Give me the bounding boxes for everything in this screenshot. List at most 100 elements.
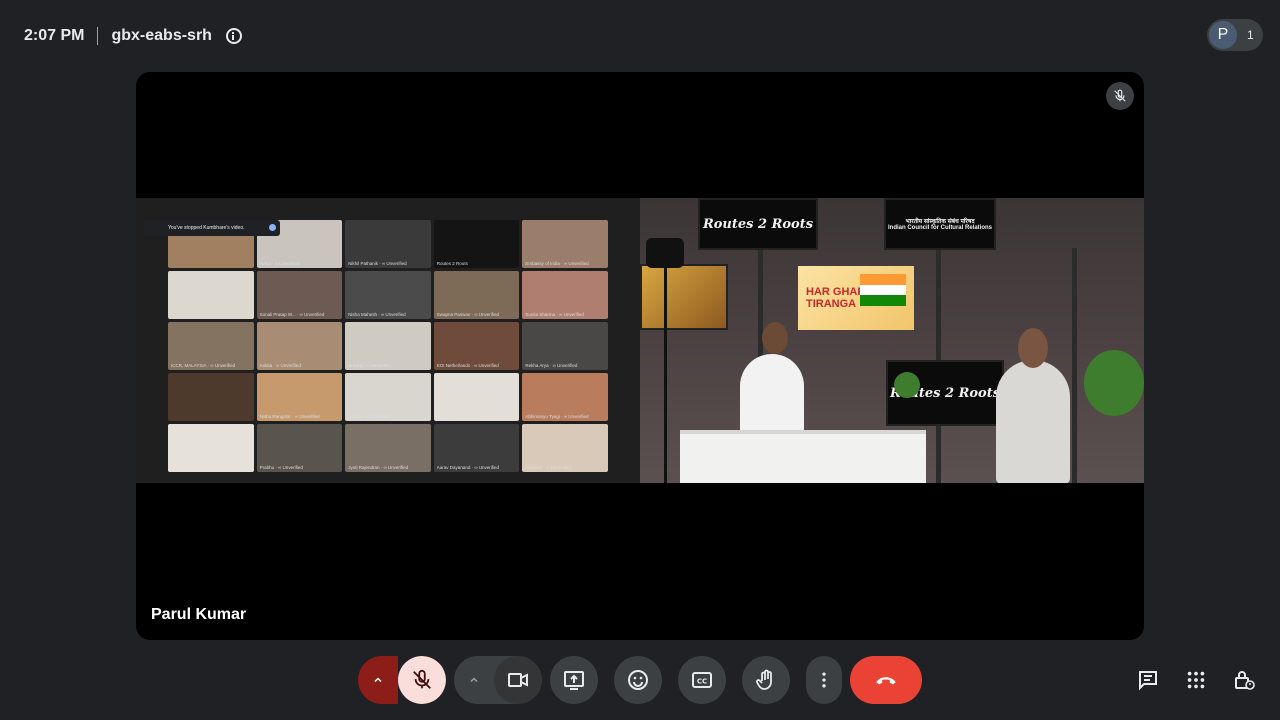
participant-tile-label: Aviral · ∞ Unverified <box>259 261 300 266</box>
monitor-left-text: Routes 2 Roots <box>702 216 814 232</box>
participant-tile: Nikhil Pathanik · ∞ Unverified <box>345 220 431 268</box>
banner-line2: TIRANGA <box>806 298 857 310</box>
shared-screen: Aviral · ∞ Unverified Nikhil Pathanik · ∞… <box>136 198 640 483</box>
presenter-man-head <box>762 322 788 354</box>
lock-person-icon <box>1235 671 1255 690</box>
clock-time: 2:07 PM <box>24 27 85 44</box>
monitor-english-text: Indian Council for Cultural Relations <box>887 225 992 231</box>
participant-tile: ICCR, MALAYSIA · ∞ Unverified <box>168 322 254 370</box>
participant-tile-label: Routes 2 Roots <box>436 261 468 266</box>
participant-tile: EOI Netherlands · ∞ Unverified <box>433 322 520 370</box>
plant <box>1084 350 1144 416</box>
video-options-button[interactable] <box>454 656 494 704</box>
participant-tile: Sangita · ∞ Unverified <box>433 373 520 421</box>
more-options-button[interactable] <box>806 656 842 704</box>
presenter-man <box>740 354 804 434</box>
screen-toolbar <box>140 202 636 216</box>
participant-tile: Swasti · ∞ Unverified <box>345 373 431 421</box>
info-icon <box>269 224 276 231</box>
participant-tile: Routes 2 Roots <box>433 220 520 268</box>
desk <box>680 430 926 483</box>
participant-tile-label: Sonali Pratap W... · ∞ Unverified <box>259 312 325 317</box>
camera-control-group <box>454 656 542 704</box>
participant-tile: Aarav Dayanand · ∞ Unverified <box>433 424 520 472</box>
monitor-right: भारतीय सांस्कृतिक संबंध परिषद Indian Cou… <box>884 198 996 250</box>
participant-tile-label: Nisha Rangotar · ∞ Unverified <box>259 414 320 419</box>
participant-grid: Aviral · ∞ Unverified Nikhil Pathanik · ∞… <box>168 220 608 472</box>
participant-tile-label: Embassy of India · ∞ Unverified <box>525 261 589 266</box>
camera-button[interactable] <box>494 656 542 704</box>
flag-icon <box>860 274 906 306</box>
participant-tile: Srutika · ∞ Unverified <box>345 322 431 370</box>
monitor-stand <box>1072 248 1077 483</box>
info-icon[interactable] <box>225 28 242 44</box>
tripod <box>664 268 667 483</box>
reactions-button[interactable] <box>614 656 662 704</box>
participant-tile-label: Manasvi · ∞ Unverified <box>525 465 571 470</box>
presenter-woman <box>996 360 1070 483</box>
chevron-up-icon <box>374 677 382 683</box>
participant-tile: Sonali Pratap W... · ∞ Unverified <box>256 271 343 319</box>
participant-tile: Prabhu · ∞ Unverified <box>256 424 343 472</box>
studio-scene: Routes 2 Roots भारतीय सांस्कृतिक संबंध प… <box>640 198 1144 483</box>
participant-tile-label: Swasti · ∞ Unverified <box>348 414 391 419</box>
participant-tile: Ankita · ∞ Unverified <box>256 322 343 370</box>
participant-tile: Nisha Rangotar · ∞ Unverified <box>256 373 343 421</box>
activities-button[interactable] <box>1180 664 1212 696</box>
participant-tile-label: Sunita Sharma · ∞ Unverified <box>525 312 584 317</box>
participant-tile: Abhimanyu Tyagi · ∞ Unverified <box>522 373 608 421</box>
participant-tile-label: Sangita · ∞ Unverified <box>436 414 481 419</box>
more-vert-icon <box>822 672 826 688</box>
microphone-button[interactable] <box>398 656 446 704</box>
participant-tile: Rekha Arya · ∞ Unverified <box>522 322 608 370</box>
call-end-icon <box>876 677 896 685</box>
closed-caption-icon: CC <box>692 672 712 688</box>
banner-line1: HAR GHAR <box>806 286 866 298</box>
avatar: P <box>1209 21 1237 49</box>
meeting-code: gbx-eabs-srh <box>111 27 212 44</box>
monitor-artwork <box>640 264 728 330</box>
hand-icon <box>756 669 772 690</box>
participant-tile-label: Prabhu · ∞ Unverified <box>259 465 303 470</box>
participant-tile-label: Abhimanyu Tyagi · ∞ Unverified <box>525 414 589 419</box>
chevron-up-icon <box>470 677 478 683</box>
videocam-icon <box>508 673 528 687</box>
monitor-hindi-text: भारतीय सांस्कृतिक संबंध परिषद <box>905 219 975 225</box>
participant-tile: Jyoti Rajendran · ∞ Unverified <box>345 424 431 472</box>
participants-button[interactable]: P 1 <box>1207 19 1263 51</box>
svg-text:CC: CC <box>697 678 707 686</box>
captions-button[interactable]: CC <box>678 656 726 704</box>
participant-tile-label: Srutika · ∞ Unverified <box>348 363 391 368</box>
host-controls-button[interactable] <box>1228 664 1260 696</box>
participant-tile: Swapna Paswan · ∞ Unverified <box>433 271 520 319</box>
toast-text: You've stopped Kumbhare's video. <box>168 225 245 231</box>
mic-off-icon <box>413 669 431 689</box>
top-bar: 2:07 PM gbx-eabs-srh P 1 <box>0 0 1280 70</box>
camera-icon <box>646 238 684 268</box>
chat-icon <box>1139 671 1157 691</box>
present-button[interactable] <box>550 656 598 704</box>
participant-tile-label: Nisha Mahesh · ∞ Unverified <box>348 312 406 317</box>
participant-tile-label: Rekha Arya · ∞ Unverified <box>525 363 578 368</box>
presenter-tile[interactable]: Aviral · ∞ Unverified Nikhil Pathanik · ∞… <box>136 72 1144 640</box>
meeting-info: 2:07 PM gbx-eabs-srh <box>24 24 242 48</box>
notification-toast: You've stopped Kumbhare's video. <box>144 220 280 236</box>
video-feed: Aviral · ∞ Unverified Nikhil Pathanik · ∞… <box>136 198 1144 483</box>
plant-small <box>894 372 920 398</box>
microphone-control-group <box>358 656 446 704</box>
leave-call-button[interactable] <box>850 656 922 704</box>
emoji-icon <box>628 670 648 690</box>
chat-button[interactable] <box>1132 664 1164 696</box>
participant-tile-label: Aarav Dayanand · ∞ Unverified <box>436 465 500 470</box>
divider <box>97 27 99 45</box>
call-controls: CC <box>0 656 1280 704</box>
participant-tile-label: ICCR, MALAYSIA · ∞ Unverified <box>171 363 236 368</box>
presenter-woman-head <box>1018 328 1048 368</box>
monitor-left: Routes 2 Roots <box>698 198 818 250</box>
participant-tile-label: Ankita · ∞ Unverified <box>259 363 301 368</box>
participant-tile <box>168 424 254 472</box>
participant-tile: Manasvi · ∞ Unverified <box>522 424 608 472</box>
participant-tile <box>168 373 254 421</box>
audio-options-button[interactable] <box>358 656 398 704</box>
raise-hand-button[interactable] <box>742 656 790 704</box>
